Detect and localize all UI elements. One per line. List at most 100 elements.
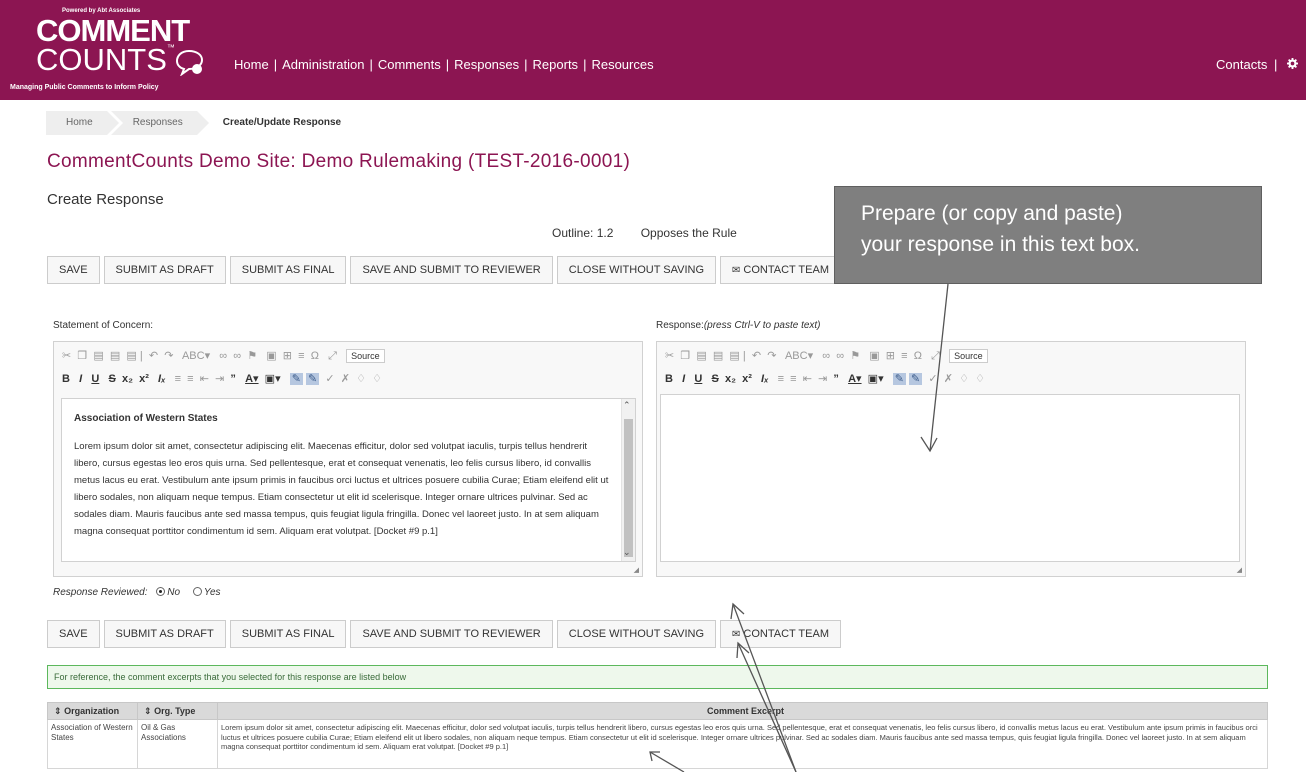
text-color-icon[interactable]: A▾ <box>848 373 861 385</box>
special-char-icon[interactable]: Ω <box>914 350 922 362</box>
link-icon[interactable]: ∞ <box>822 350 830 362</box>
track-off-icon[interactable]: ♢ <box>975 373 985 385</box>
underline-icon[interactable]: U <box>91 373 99 385</box>
unlink-icon[interactable]: ∞ <box>836 350 844 362</box>
paste-text-icon[interactable]: ▤ <box>110 350 120 362</box>
nav-home[interactable]: Home <box>234 57 269 72</box>
concern-text-area[interactable]: Association of Western States Lorem ipsu… <box>61 398 636 562</box>
save-button[interactable]: SAVE <box>47 256 100 284</box>
reviewed-yes-radio[interactable] <box>192 587 202 596</box>
table-row[interactable]: Association of Western States Oil & Gas … <box>47 719 1268 769</box>
copy-icon[interactable]: ❐ <box>680 350 690 362</box>
link-icon[interactable]: ∞ <box>219 350 227 362</box>
numbered-list-icon[interactable]: ≡ <box>778 373 784 385</box>
bulleted-list-icon[interactable]: ≡ <box>790 373 796 385</box>
redo-icon[interactable]: ↷ <box>767 350 776 362</box>
spellcheck-icon[interactable]: ABC▾ <box>785 350 813 362</box>
table-icon[interactable]: ⊞ <box>283 350 292 362</box>
italic-icon[interactable]: I <box>682 373 685 385</box>
resize-handle-icon[interactable]: ◢ <box>1237 566 1242 574</box>
highlight-remove-icon[interactable]: ✎ <box>909 373 923 385</box>
highlight-remove-icon[interactable]: ✎ <box>306 373 320 385</box>
paste-word-icon[interactable]: ▤ <box>729 350 739 362</box>
check-icon[interactable]: ✓ <box>325 373 334 385</box>
special-char-icon[interactable]: Ω <box>311 350 319 362</box>
reviewed-no-radio[interactable] <box>156 587 166 596</box>
bold-icon[interactable]: B <box>665 373 673 385</box>
bold-icon[interactable]: B <box>62 373 70 385</box>
save-button[interactable]: SAVE <box>47 620 100 648</box>
column-header-organization[interactable]: ⇕ Organization <box>47 702 138 720</box>
subscript-icon[interactable]: x₂ <box>122 373 133 385</box>
contact-team-button[interactable]: ✉ CONTACT TEAM <box>720 256 841 284</box>
nav-administration[interactable]: Administration <box>282 57 364 72</box>
cross-icon[interactable]: ✗ <box>341 373 350 385</box>
indent-icon[interactable]: ⇥ <box>215 373 224 385</box>
italic-icon[interactable]: I <box>79 373 82 385</box>
paste-icon[interactable]: ▤ <box>93 350 103 362</box>
nav-reports[interactable]: Reports <box>533 57 579 72</box>
undo-icon[interactable]: ↶ <box>752 350 761 362</box>
highlight-icon[interactable]: ✎ <box>892 373 906 385</box>
image-icon[interactable]: ▣ <box>266 350 276 362</box>
outdent-icon[interactable]: ⇤ <box>803 373 812 385</box>
track-icon[interactable]: ♢ <box>959 373 969 385</box>
highlight-icon[interactable]: ✎ <box>289 373 303 385</box>
breadcrumb-home[interactable]: Home <box>46 111 119 135</box>
check-icon[interactable]: ✓ <box>928 373 937 385</box>
track-off-icon[interactable]: ♢ <box>372 373 382 385</box>
background-color-icon[interactable]: ▣▾ <box>868 373 884 385</box>
copy-icon[interactable]: ❐ <box>77 350 87 362</box>
subscript-icon[interactable]: x₂ <box>725 373 736 385</box>
nav-contacts[interactable]: Contacts <box>1216 57 1267 72</box>
nav-resources[interactable]: Resources <box>591 57 653 72</box>
submit-draft-button[interactable]: SUBMIT AS DRAFT <box>103 256 226 284</box>
anchor-flag-icon[interactable]: ⚑ <box>850 350 860 362</box>
submit-final-button[interactable]: SUBMIT AS FINAL <box>229 256 347 284</box>
underline-icon[interactable]: U <box>694 373 702 385</box>
close-without-saving-button[interactable]: CLOSE WITHOUT SAVING <box>556 256 717 284</box>
blockquote-icon[interactable]: ” <box>833 373 839 385</box>
source-button[interactable]: Source <box>949 349 988 363</box>
scroll-down-icon[interactable]: ⌄ <box>623 547 631 558</box>
paste-word-icon[interactable]: ▤ <box>126 350 136 362</box>
superscript-icon[interactable]: x² <box>742 373 752 385</box>
gear-icon[interactable] <box>1287 57 1298 72</box>
unlink-icon[interactable]: ∞ <box>233 350 241 362</box>
anchor-flag-icon[interactable]: ⚑ <box>247 350 257 362</box>
close-without-saving-button[interactable]: CLOSE WITHOUT SAVING <box>556 620 717 648</box>
track-icon[interactable]: ♢ <box>356 373 366 385</box>
outdent-icon[interactable]: ⇤ <box>200 373 209 385</box>
redo-icon[interactable]: ↷ <box>164 350 173 362</box>
paste-text-icon[interactable]: ▤ <box>713 350 723 362</box>
horizontal-line-icon[interactable]: ≡ <box>298 350 304 362</box>
horizontal-line-icon[interactable]: ≡ <box>901 350 907 362</box>
nav-comments[interactable]: Comments <box>378 57 441 72</box>
remove-format-icon[interactable]: Iₓ <box>761 373 768 385</box>
submit-draft-button[interactable]: SUBMIT AS DRAFT <box>103 620 226 648</box>
spellcheck-icon[interactable]: ABC▾ <box>182 350 210 362</box>
comment-counts-logo[interactable]: Powered by Abt Associates COMMENT COUNTS… <box>10 8 210 98</box>
table-icon[interactable]: ⊞ <box>886 350 895 362</box>
cut-icon[interactable]: ✂ <box>665 350 674 362</box>
response-text-area[interactable] <box>660 394 1240 562</box>
nav-responses[interactable]: Responses <box>454 57 519 72</box>
scroll-up-icon[interactable]: ⌃ <box>623 400 631 411</box>
bulleted-list-icon[interactable]: ≡ <box>187 373 193 385</box>
strikethrough-icon[interactable]: S <box>711 373 718 385</box>
cut-icon[interactable]: ✂ <box>62 350 71 362</box>
breadcrumb-responses[interactable]: Responses <box>110 111 209 135</box>
submit-final-button[interactable]: SUBMIT AS FINAL <box>229 620 347 648</box>
scroll-thumb[interactable] <box>624 419 633 557</box>
remove-format-icon[interactable]: Iₓ <box>158 373 165 385</box>
maximize-icon[interactable]: ⤢ <box>931 350 940 362</box>
contact-team-button[interactable]: ✉ CONTACT TEAM <box>720 620 841 648</box>
save-submit-reviewer-button[interactable]: SAVE AND SUBMIT TO REVIEWER <box>350 620 553 648</box>
concern-scrollbar[interactable]: ⌃ ⌄ <box>621 399 635 561</box>
image-icon[interactable]: ▣ <box>869 350 879 362</box>
source-button[interactable]: Source <box>346 349 385 363</box>
maximize-icon[interactable]: ⤢ <box>328 350 337 362</box>
undo-icon[interactable]: ↶ <box>149 350 158 362</box>
resize-handle-icon[interactable]: ◢ <box>634 566 639 574</box>
text-color-icon[interactable]: A▾ <box>245 373 258 385</box>
